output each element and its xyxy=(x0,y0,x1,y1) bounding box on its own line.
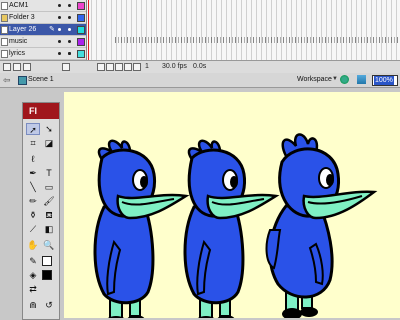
visibility-dot[interactable] xyxy=(58,52,61,55)
bird-left[interactable] xyxy=(93,139,188,318)
back-arrow-icon[interactable]: ⇦ xyxy=(3,75,11,86)
fill-color-swatch[interactable] xyxy=(42,270,52,280)
layer-name: Layer 26 xyxy=(9,26,37,33)
scene-label[interactable]: Scene 1 xyxy=(28,76,54,83)
bird-right[interactable] xyxy=(265,133,378,318)
outline-color-box[interactable] xyxy=(77,14,85,22)
add-folder-icon[interactable] xyxy=(23,63,31,71)
smooth-icon[interactable]: ↺ xyxy=(42,299,56,311)
stroke-color-swatch[interactable] xyxy=(42,256,52,266)
eraser-icon[interactable]: ◧ xyxy=(42,223,56,235)
edit-symbols-icon[interactable] xyxy=(340,75,349,84)
timeline-footer: 1 30.0 fps 0.0s xyxy=(0,60,400,74)
layer-type-icon xyxy=(1,50,8,58)
line-tool-icon[interactable]: ╲ xyxy=(26,181,40,193)
subselect-tool-icon[interactable]: ➘ xyxy=(42,123,56,135)
selection-tool-icon[interactable]: ➚ xyxy=(26,123,40,135)
add-guide-icon[interactable] xyxy=(13,63,21,71)
add-layer-icon[interactable] xyxy=(3,63,11,71)
gradient-tool-icon[interactable]: ◪ xyxy=(42,137,56,149)
bird-middle[interactable] xyxy=(183,139,278,318)
hand-tool-icon[interactable]: ✋ xyxy=(26,239,40,251)
folder-icon xyxy=(1,14,8,22)
fill-color-icon[interactable]: ◈ xyxy=(26,269,40,281)
zoom-value[interactable]: 100% xyxy=(374,76,394,85)
center-frame-icon[interactable] xyxy=(97,63,105,71)
lock-icon[interactable] xyxy=(68,52,71,55)
layer-list: ACM1 Folder 3 Layer 26 ✎ music lyrics xyxy=(0,0,87,60)
layer-row-acm1[interactable]: ACM1 xyxy=(0,0,86,12)
onion-skin-icon[interactable] xyxy=(106,63,114,71)
pencil-tool-icon[interactable]: ✏ xyxy=(26,195,40,207)
tools-panel: Fl ➚ ➘ ⌗ ◪ ℓ ✒ T ╲ ▭ ✏ 🖌 ⚱ ⛾ ⟋ ◧ ✋ 🔍 ✎ ◈… xyxy=(22,102,60,320)
edit-scene-icon[interactable] xyxy=(357,75,366,84)
layer-type-icon xyxy=(1,38,8,46)
outline-color-box[interactable] xyxy=(77,50,85,58)
outline-color-box[interactable] xyxy=(77,2,85,10)
pencil-icon: ✎ xyxy=(49,26,55,33)
ink-bottle-icon[interactable]: ⚱ xyxy=(26,209,40,221)
zoom-tool-icon[interactable]: 🔍 xyxy=(42,239,56,251)
pen-tool-icon[interactable]: ✒ xyxy=(26,167,40,179)
outline-color-box[interactable] xyxy=(77,26,85,34)
delete-layer-icon[interactable] xyxy=(62,63,70,71)
stage-canvas[interactable] xyxy=(64,92,400,318)
paint-bucket-icon[interactable]: ⛾ xyxy=(42,209,56,221)
layer-row-layer-26[interactable]: Layer 26 ✎ xyxy=(0,24,86,36)
modify-markers-icon[interactable] xyxy=(133,63,141,71)
rectangle-tool-icon[interactable]: ▭ xyxy=(42,181,56,193)
frame-grid[interactable] xyxy=(87,0,400,60)
free-transform-icon[interactable]: ⌗ xyxy=(26,137,40,149)
layer-row-lyrics[interactable]: lyrics xyxy=(0,48,86,60)
visibility-dot[interactable] xyxy=(58,16,61,19)
edit-multiple-icon[interactable] xyxy=(124,63,132,71)
eyedropper-icon[interactable]: ⟋ xyxy=(26,223,40,235)
brush-tool-icon[interactable]: 🖌 xyxy=(42,195,56,207)
visibility-dot[interactable] xyxy=(58,40,61,43)
lasso-icon[interactable]: ℓ xyxy=(26,153,40,165)
audio-waveform xyxy=(115,37,400,43)
lock-dot[interactable] xyxy=(68,28,71,31)
lock-dot[interactable] xyxy=(68,40,71,43)
layer-name: ACM1 xyxy=(9,2,29,9)
onion-outline-icon[interactable] xyxy=(115,63,123,71)
stage-artwork xyxy=(93,133,378,318)
layer-name: music xyxy=(9,38,28,45)
layer-row-folder-3[interactable]: Folder 3 xyxy=(0,12,86,24)
elapsed-time: 0.0s xyxy=(193,63,207,70)
lock-dot[interactable] xyxy=(68,4,71,7)
visibility-dot[interactable] xyxy=(58,28,61,31)
scene-icon xyxy=(18,76,27,85)
workspace-menu[interactable]: Workspace xyxy=(297,76,332,83)
layer-type-icon xyxy=(1,26,8,34)
timeline-panel: ACM1 Folder 3 Layer 26 ✎ music lyrics xyxy=(0,0,400,60)
frame-rate: 30.0 fps xyxy=(162,63,187,70)
layer-row-music[interactable]: music xyxy=(0,36,86,48)
edit-bar: ⇦ Scene 1 Workspace ▼ 100% xyxy=(0,73,400,88)
zoom-field[interactable]: 100% xyxy=(372,75,398,86)
layer-name: lyrics xyxy=(9,50,25,57)
outline-color-box[interactable] xyxy=(77,38,85,46)
stroke-color-icon[interactable]: ✎ xyxy=(26,255,40,267)
layer-name: Folder 3 xyxy=(9,14,35,21)
lock-dot[interactable] xyxy=(68,16,71,19)
snap-magnet-icon[interactable]: ⋒ xyxy=(26,299,40,311)
flash-logo: Fl xyxy=(23,103,59,119)
text-tool-icon[interactable]: T xyxy=(42,167,56,179)
swap-colors-icon[interactable]: ⇄ xyxy=(26,283,40,295)
layer-type-icon xyxy=(1,2,8,10)
current-frame: 1 xyxy=(145,63,149,70)
chevron-down-icon[interactable]: ▼ xyxy=(332,76,338,82)
visibility-dot[interactable] xyxy=(58,4,61,7)
